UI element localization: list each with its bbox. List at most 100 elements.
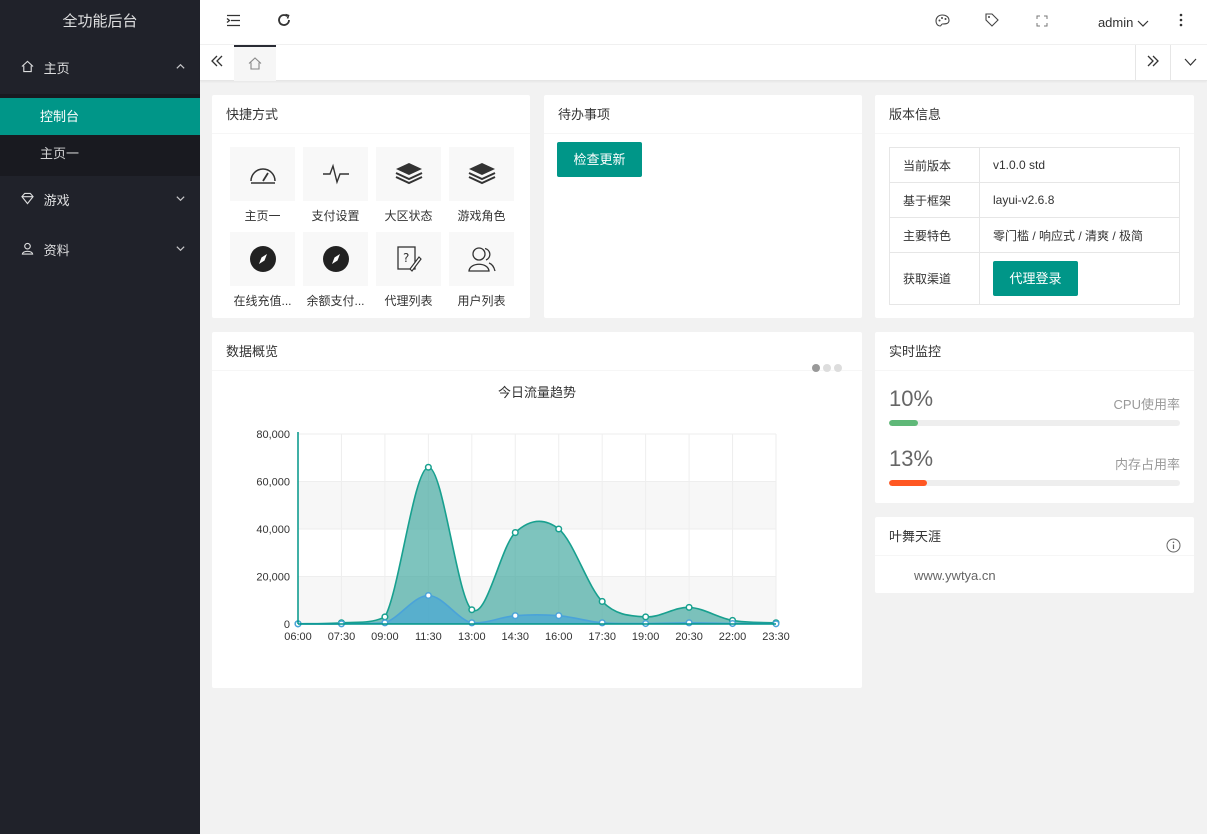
shortcuts-title: 快捷方式 bbox=[212, 95, 530, 134]
cpu-progress-fill bbox=[889, 420, 919, 426]
sidebar-submenu-home: 控制台 主页一 bbox=[0, 94, 200, 176]
sidebar-item-game[interactable]: 游戏 bbox=[0, 176, 200, 226]
tabs-menu-chevron-icon[interactable] bbox=[1173, 45, 1207, 81]
home-icon bbox=[248, 57, 262, 70]
about-url[interactable]: www.ywtya.cn bbox=[914, 568, 996, 583]
carousel-dot[interactable] bbox=[834, 364, 842, 372]
tabs-scroll-left-icon[interactable] bbox=[200, 45, 234, 81]
shortcut-label: 余额支付... bbox=[306, 294, 365, 308]
x-tick-label: 06:00 bbox=[284, 631, 312, 643]
tabs-divider bbox=[1170, 45, 1171, 81]
shortcut-label: 用户列表 bbox=[457, 294, 506, 308]
data-point bbox=[685, 619, 693, 627]
y-tick-label: 20,000 bbox=[256, 572, 290, 584]
chevron-up-icon bbox=[175, 44, 186, 94]
shortcut-label: 主页一 bbox=[244, 209, 281, 223]
data-point bbox=[685, 603, 693, 611]
monitor-card: 实时监控 10% CPU使用率 13% 内存占用率 bbox=[875, 332, 1194, 503]
about-title: 叶舞天涯 bbox=[889, 529, 942, 544]
x-tick-label: 11:30 bbox=[415, 631, 442, 643]
user-icon bbox=[18, 226, 36, 276]
data-point bbox=[511, 529, 519, 537]
memory-progress-bar bbox=[889, 480, 1180, 486]
app-title: 全功能后台 bbox=[62, 13, 138, 30]
edit-doc-icon: ? bbox=[376, 232, 441, 286]
data-point bbox=[598, 619, 606, 627]
data-point bbox=[381, 613, 389, 621]
shortcut-item[interactable]: 在线充值... bbox=[230, 232, 295, 309]
x-tick-label: 22:00 bbox=[719, 631, 747, 643]
shortcut-item[interactable]: 余额支付... bbox=[303, 232, 368, 309]
table-row: 获取渠道 代理登录 bbox=[889, 252, 1180, 305]
svg-text:?: ? bbox=[403, 251, 409, 265]
data-point bbox=[642, 613, 650, 621]
cpu-progress-bar bbox=[889, 420, 1180, 426]
cpu-label: CPU使用率 bbox=[1113, 397, 1180, 412]
data-point bbox=[424, 591, 432, 600]
table-cell-value: layui-v2.6.8 bbox=[979, 182, 1180, 218]
shortcut-item[interactable]: 用户列表 bbox=[449, 232, 514, 309]
sidebar-item-console[interactable]: 控制台 bbox=[0, 98, 200, 135]
tag-icon[interactable] bbox=[978, 0, 1006, 45]
data-point bbox=[555, 612, 563, 620]
traffic-chart: 0 20,000 40,000 60,000 80,000 06:00 07:30 09:00… bbox=[256, 429, 790, 643]
fullscreen-icon[interactable] bbox=[1028, 0, 1056, 45]
refresh-icon[interactable] bbox=[270, 0, 298, 45]
tab-home[interactable] bbox=[234, 45, 276, 81]
monitor-title: 实时监控 bbox=[875, 332, 1194, 371]
menu-fold-icon[interactable] bbox=[219, 0, 247, 45]
todo-title: 待办事项 bbox=[544, 95, 862, 134]
carousel-dot[interactable] bbox=[823, 364, 831, 372]
table-row: 当前版本 v1.0.0 std bbox=[889, 147, 1180, 183]
about-header: 叶舞天涯 bbox=[875, 517, 1194, 556]
x-tick-label: 09:00 bbox=[371, 631, 399, 643]
carousel-dot[interactable] bbox=[812, 364, 820, 372]
data-point bbox=[555, 525, 563, 533]
info-icon[interactable] bbox=[1166, 529, 1181, 568]
table-cell-key: 基于框架 bbox=[889, 182, 980, 218]
shortcut-item[interactable]: 主页一 bbox=[230, 147, 295, 224]
shortcut-label: 游戏角色 bbox=[457, 209, 506, 223]
table-row: 基于框架 layui-v2.6.8 bbox=[889, 182, 1180, 218]
cpu-monitor: 10% CPU使用率 bbox=[889, 386, 1180, 426]
theme-icon[interactable] bbox=[928, 0, 956, 45]
overview-card: 数据概览 今日流量趋势 0 20,000 40,000 60,000 80,000 06:… bbox=[212, 332, 862, 688]
overview-title: 数据概览 bbox=[226, 344, 279, 359]
data-point bbox=[598, 597, 606, 605]
todo-card: 待办事项 检查更新 bbox=[544, 95, 862, 318]
shortcut-item[interactable]: ? 代理列表 bbox=[376, 232, 441, 309]
memory-monitor: 13% 内存占用率 bbox=[889, 446, 1180, 486]
tabs-scroll-right-icon[interactable] bbox=[1136, 45, 1170, 81]
check-update-button[interactable]: 检查更新 bbox=[557, 142, 642, 177]
tabs-bar bbox=[200, 45, 1207, 81]
x-tick-label: 23:30 bbox=[762, 631, 790, 643]
sidebar-item-profile[interactable]: 资料 bbox=[0, 226, 200, 276]
shortcut-label: 在线充值... bbox=[233, 294, 292, 308]
top-header: admin bbox=[200, 0, 1207, 45]
table-cell-value: 零门槛 / 响应式 / 清爽 / 极简 bbox=[979, 217, 1180, 253]
more-vertical-icon[interactable] bbox=[1167, 0, 1195, 45]
compass-icon bbox=[230, 232, 295, 286]
shortcuts-card: 快捷方式 主页一 支付设置 大区状态 游戏角色 在线充值... 余额支付... … bbox=[212, 95, 530, 318]
user-name: admin bbox=[1097, 15, 1134, 30]
table-cell-key: 获取渠道 bbox=[889, 252, 980, 305]
shortcut-item[interactable]: 大区状态 bbox=[376, 147, 441, 224]
sidebar-item-home[interactable]: 主页 bbox=[0, 44, 200, 94]
pulse-icon bbox=[303, 147, 368, 201]
users-icon bbox=[449, 232, 514, 286]
shortcut-item[interactable]: 支付设置 bbox=[303, 147, 368, 224]
overview-header: 数据概览 bbox=[212, 332, 862, 372]
agent-login-button[interactable]: 代理登录 bbox=[993, 261, 1078, 296]
shortcut-item[interactable]: 游戏角色 bbox=[449, 147, 514, 224]
x-tick-label: 13:00 bbox=[458, 631, 486, 643]
data-point bbox=[468, 619, 476, 627]
y-tick-label: 40,000 bbox=[256, 524, 290, 536]
home-icon bbox=[18, 44, 36, 94]
table-cell-value: 代理登录 bbox=[979, 252, 1180, 305]
sidebar-item-label: 游戏 bbox=[43, 193, 70, 208]
diamond-icon bbox=[18, 176, 36, 226]
sidebar-item-home-one[interactable]: 主页一 bbox=[0, 135, 200, 172]
y-tick-label: 80,000 bbox=[256, 429, 290, 441]
user-menu[interactable]: admin bbox=[1098, 0, 1149, 45]
data-point bbox=[468, 606, 476, 614]
